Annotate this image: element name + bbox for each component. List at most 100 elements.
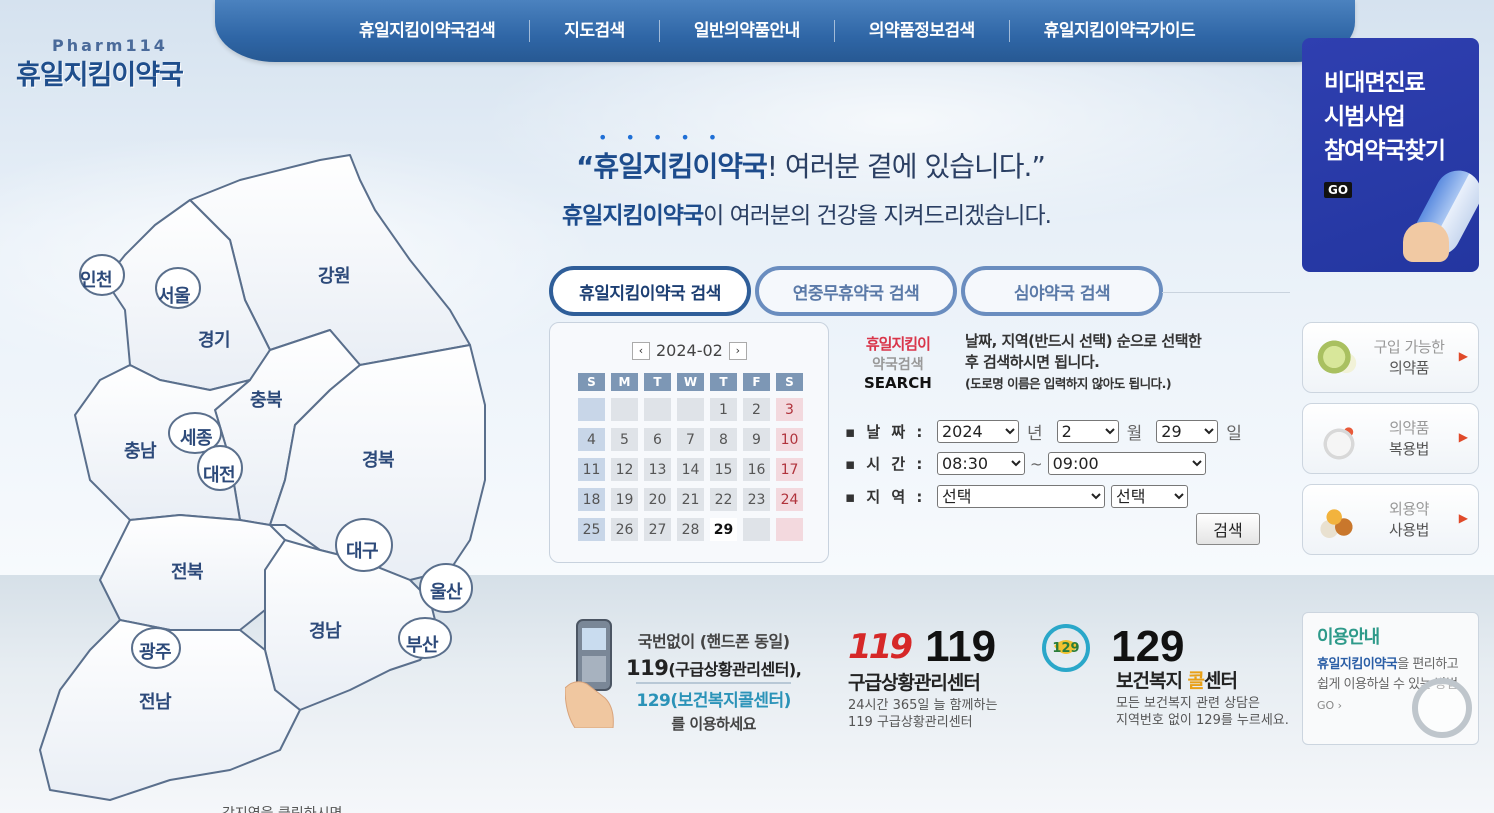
day-unit: 일 [1226, 424, 1242, 444]
calendar-weekday: S [776, 373, 803, 391]
region-label-busan[interactable]: 부산 [406, 631, 439, 657]
calendar-empty-cell [776, 518, 803, 541]
nav-guide[interactable]: 휴일지킴이약국가이드 [1010, 20, 1229, 42]
tab-holiday-pharmacy[interactable]: 휴일지킴이약국 검색 [549, 266, 751, 316]
next-month-button[interactable]: › [728, 341, 747, 360]
pill-icon [1315, 339, 1363, 379]
dosage-text: 의약품 복용법 [1389, 419, 1429, 458]
emergency-phone-info: 국번없이 (핸드폰 동일) 119(구급상황관리센터), 129(보건복지콜센터… [626, 628, 802, 734]
emergency-119-block[interactable]: 119 119 구급상황관리센터 24시간 365일 늘 함께하는 119 구급상… [848, 622, 997, 731]
telemedicine-banner[interactable]: 비대면진료 시범사업 참여약국찾기 GO [1302, 38, 1479, 272]
calendar-day[interactable]: 11 [578, 458, 605, 481]
calendar-header: ‹ 2024-02 › [632, 341, 747, 360]
external-med-link[interactable]: 외용약 사용법 ▶ [1302, 484, 1479, 555]
usage-guide-box[interactable]: 이용안내 휴일지킴이약국을 편리하고 쉽게 이용하실 수 있는 방법 GO › [1302, 612, 1479, 745]
slogan-1-rest: ! 여러분 곁에 있습니다.” [766, 150, 1046, 183]
search-button[interactable]: 검색 [1196, 513, 1260, 545]
top-navigation: 휴일지킴이약국검색 지도검색 일반의약품안내 의약품정보검색 휴일지킴이약국가이… [215, 0, 1355, 62]
prev-month-button[interactable]: ‹ [632, 341, 650, 360]
phone-info-line-3: 129(보건복지콜센터) [626, 682, 801, 711]
calendar-day[interactable]: 14 [677, 458, 704, 481]
search-desc-2: 후 검색하시면 됩니다. [965, 353, 1100, 371]
calendar-empty-cell [677, 398, 704, 421]
phone-info-line-4: 를 이용하세요 [671, 715, 756, 733]
otc-drugs-link[interactable]: 구입 가능한 의약품 ▶ [1302, 322, 1479, 393]
slogan-line-2: 휴일지킴이약국이 여러분의 건강을 지켜드리겠습니다. [562, 196, 1052, 230]
region-label-jeonbuk[interactable]: 전북 [171, 558, 204, 584]
nav-otc-info[interactable]: 일반의약품안내 [660, 20, 835, 42]
region-label-gangwon[interactable]: 강원 [318, 262, 351, 288]
month-select[interactable]: 2 [1056, 420, 1119, 443]
tab-yearround-pharmacy[interactable]: 연중무휴약국 검색 [755, 266, 957, 316]
calendar-day[interactable]: 7 [677, 428, 704, 451]
region-label-gyeongnam[interactable]: 경남 [309, 617, 342, 643]
ointment-icon [1315, 501, 1363, 541]
calendar-day[interactable]: 28 [677, 518, 704, 541]
calendar-day[interactable]: 21 [677, 488, 704, 511]
calendar-day[interactable]: 29 [710, 518, 737, 541]
e119-desc: 24시간 365일 늘 함께하는 119 구급상황관리센터 [848, 698, 998, 730]
region-label-seoul[interactable]: 서울 [158, 282, 191, 308]
region-label-gyeonggi[interactable]: 경기 [198, 326, 231, 352]
region-label-gyeongbuk[interactable]: 경북 [362, 446, 395, 472]
region-label-daegu[interactable]: 대구 [346, 537, 379, 563]
calendar-weekday: M [611, 373, 638, 391]
region-label-chungnam[interactable]: 충남 [124, 437, 157, 463]
arrow-right-icon: ▶ [1458, 349, 1468, 363]
calendar-month: 2024-02 [656, 341, 723, 360]
korea-region-map [30, 150, 500, 810]
region-label-jeonnam[interactable]: 전남 [139, 688, 172, 714]
date-row: ▪ 날 짜 : 2024 년 2 월 29 일 [845, 419, 1256, 444]
calendar-day[interactable]: 1 [710, 398, 737, 421]
calendar-day[interactable]: 24 [776, 488, 803, 511]
region-label-sejong[interactable]: 세종 [180, 424, 213, 450]
calendar-day[interactable]: 19 [611, 488, 638, 511]
time-from-select[interactable]: 08:30 [937, 452, 1025, 475]
calendar-day[interactable]: 27 [644, 518, 671, 541]
calendar-day[interactable]: 12 [611, 458, 638, 481]
year-select[interactable]: 2024 [937, 420, 1019, 443]
calendar-day[interactable]: 9 [743, 428, 770, 451]
calendar-day[interactable]: 2 [743, 398, 770, 421]
calendar-day[interactable]: 16 [743, 458, 770, 481]
calendar-day[interactable]: 10 [776, 428, 803, 451]
calendar-day[interactable]: 15 [710, 458, 737, 481]
region-sido-select[interactable]: 선택 [937, 485, 1105, 508]
day-select[interactable]: 29 [1156, 420, 1219, 443]
region-sigungu-select[interactable]: 선택 [1111, 485, 1188, 508]
welfare-129-block[interactable]: 129 129 보건복지 콜센터 모든 보건복지 관련 상담은 지역번호 없이 1… [1034, 622, 1289, 729]
time-to-select[interactable]: 09:00 [1047, 452, 1206, 475]
calendar-day[interactable]: 6 [644, 428, 671, 451]
tab-night-pharmacy[interactable]: 심야약국 검색 [961, 266, 1163, 316]
calendar-day[interactable]: 18 [578, 488, 605, 511]
calendar-day[interactable]: 20 [644, 488, 671, 511]
calendar-day[interactable]: 4 [578, 428, 605, 451]
calendar-day[interactable]: 23 [743, 488, 770, 511]
year-unit: 년 [1027, 424, 1043, 444]
region-label-incheon[interactable]: 인천 [80, 266, 113, 292]
usage-title: 이용안내 [1317, 627, 1380, 648]
calendar-day[interactable]: 25 [578, 518, 605, 541]
calendar-day[interactable]: 22 [710, 488, 737, 511]
dosage-link[interactable]: 의약품 복용법 ▶ [1302, 403, 1479, 474]
arrow-right-icon: ▶ [1458, 430, 1468, 444]
nav-holiday-pharmacy-search[interactable]: 휴일지킴이약국검색 [325, 20, 531, 42]
region-shape-chungnam [74, 364, 251, 521]
search-description: 날짜, 지역(반드시 선택) 순으로 선택한 후 검색하시면 됩니다. (도로명… [965, 331, 1202, 394]
banner-go-button[interactable]: GO [1324, 182, 1353, 198]
nav-map-search[interactable]: 지도검색 [530, 20, 660, 42]
region-label-gwangju[interactable]: 광주 [139, 638, 172, 664]
region-label-daejeon[interactable]: 대전 [203, 461, 236, 487]
region-label-ulsan[interactable]: 울산 [430, 578, 463, 604]
calendar-day[interactable]: 8 [710, 428, 737, 451]
calendar-day[interactable]: 5 [611, 428, 638, 451]
calendar-day[interactable]: 26 [611, 518, 638, 541]
nav-drug-info-search[interactable]: 의약품정보검색 [835, 20, 1010, 42]
calendar-day[interactable]: 17 [776, 458, 803, 481]
logo-129-icon: 129 [1042, 624, 1090, 672]
calendar-day[interactable]: 3 [776, 398, 803, 421]
month-unit: 월 [1126, 424, 1143, 444]
region-label-chungbuk[interactable]: 충북 [250, 386, 283, 412]
site-logo[interactable]: Pharm114 휴일지킴이약국 [16, 36, 184, 92]
calendar-day[interactable]: 13 [644, 458, 671, 481]
